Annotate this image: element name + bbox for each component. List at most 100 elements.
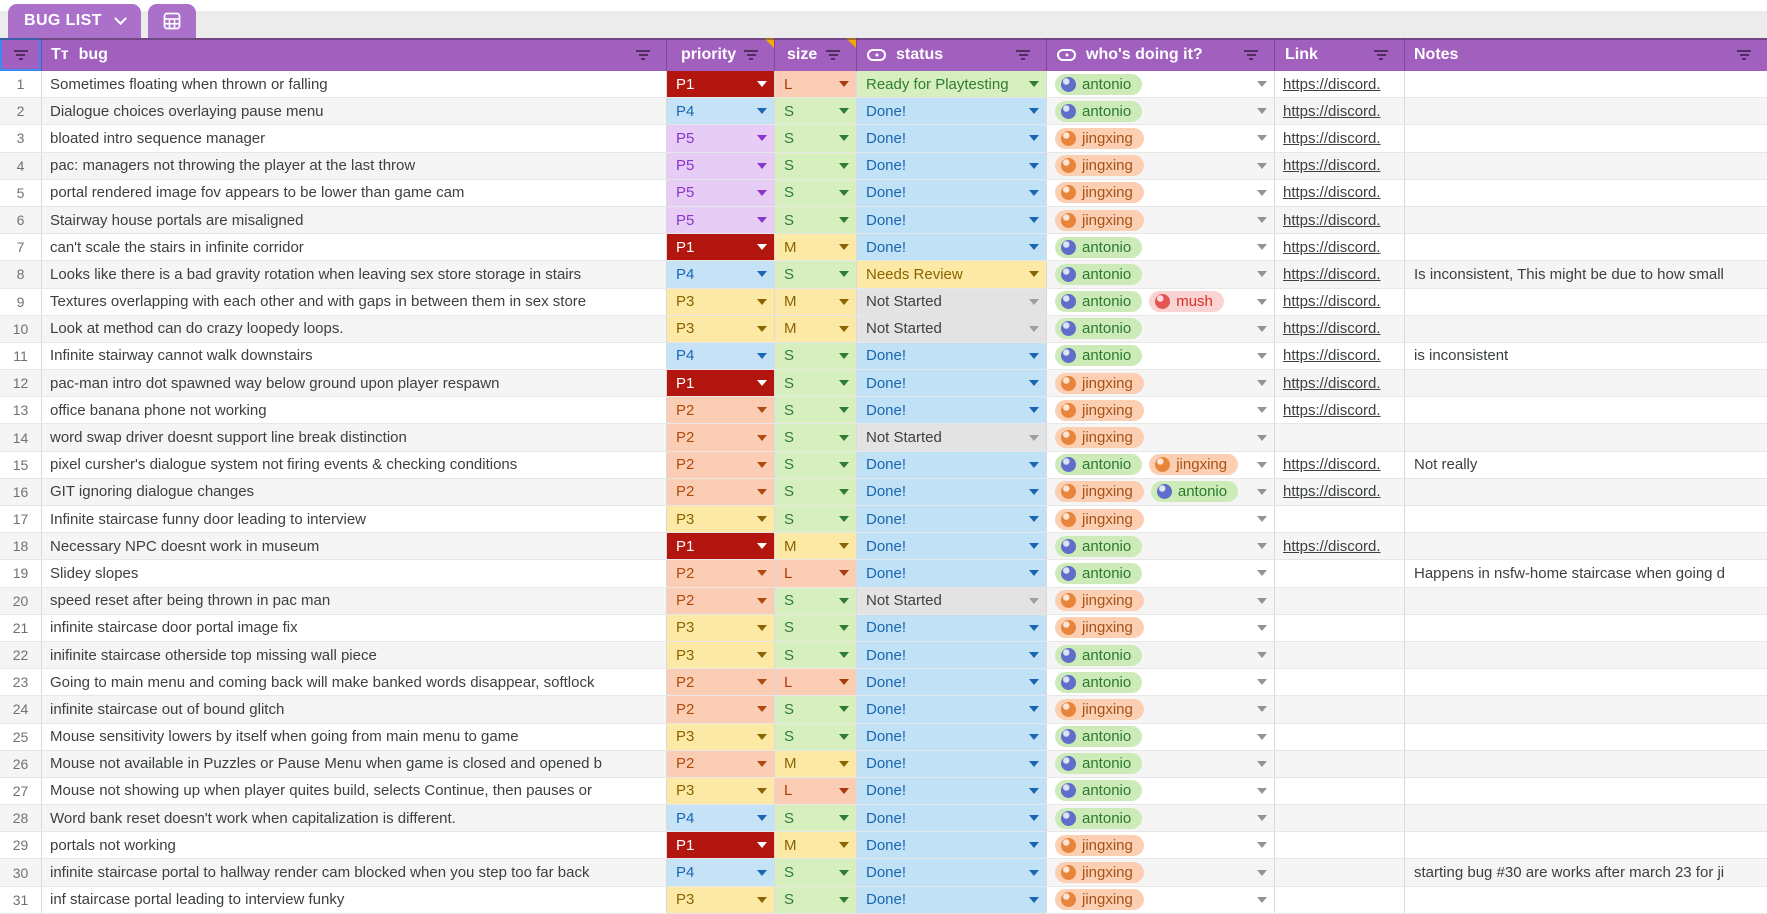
priority-cell[interactable]: P3 [667, 289, 775, 315]
assignees-cell[interactable]: jingxing [1047, 424, 1275, 450]
bug-cell[interactable]: Going to main menu and coming back will … [42, 669, 667, 695]
link-cell[interactable]: https://discord. [1275, 180, 1405, 206]
bug-cell[interactable]: Slidey slopes [42, 560, 667, 586]
notes-cell[interactable] [1405, 832, 1767, 858]
assignee-chip[interactable]: jingxing [1055, 427, 1144, 448]
chevron-down-icon[interactable] [839, 897, 849, 903]
row-number[interactable]: 10 [0, 316, 42, 342]
bug-cell[interactable]: pac-man intro dot spawned way below grou… [42, 370, 667, 396]
size-cell[interactable]: S [775, 424, 857, 450]
priority-cell[interactable]: P4 [667, 805, 775, 831]
chevron-down-icon[interactable] [757, 788, 767, 794]
chevron-down-icon[interactable] [1029, 190, 1039, 196]
link-cell[interactable] [1275, 560, 1405, 586]
assignee-chip[interactable]: jingxing [1055, 889, 1144, 910]
priority-cell[interactable]: P5 [667, 207, 775, 233]
assignee-chip[interactable]: jingxing [1055, 862, 1144, 883]
assignee-chip[interactable]: antonio [1055, 672, 1142, 693]
bug-cell[interactable]: infinite staircase portal to hallway ren… [42, 859, 667, 885]
chevron-down-icon[interactable] [839, 598, 849, 604]
chevron-down-icon[interactable] [1029, 897, 1039, 903]
row-number[interactable]: 8 [0, 261, 42, 287]
assignees-cell[interactable]: antonio [1047, 751, 1275, 777]
chevron-down-icon[interactable] [839, 625, 849, 631]
status-cell[interactable]: Done! [857, 696, 1047, 722]
discord-link[interactable]: https://discord. [1283, 130, 1381, 147]
discord-link[interactable]: https://discord. [1283, 456, 1381, 473]
size-cell[interactable]: S [775, 859, 857, 885]
size-cell[interactable]: M [775, 316, 857, 342]
notes-cell[interactable] [1405, 98, 1767, 124]
bug-cell[interactable]: office banana phone not working [42, 397, 667, 423]
bug-cell[interactable]: Mouse not showing up when player quites … [42, 778, 667, 804]
row-number[interactable]: 3 [0, 125, 42, 151]
chevron-down-icon[interactable] [757, 163, 767, 169]
link-cell[interactable]: https://discord. [1275, 234, 1405, 260]
chevron-down-icon[interactable] [839, 190, 849, 196]
notes-cell[interactable] [1405, 533, 1767, 559]
bug-cell[interactable]: Mouse sensitivity lowers by itself when … [42, 724, 667, 750]
chevron-down-icon[interactable] [839, 407, 849, 413]
link-cell[interactable]: https://discord. [1275, 98, 1405, 124]
discord-link[interactable]: https://discord. [1283, 239, 1381, 256]
row-number[interactable]: 5 [0, 180, 42, 206]
size-cell[interactable]: M [775, 289, 857, 315]
chevron-down-icon[interactable] [1257, 788, 1267, 794]
row-number[interactable]: 21 [0, 615, 42, 641]
discord-link[interactable]: https://discord. [1283, 320, 1381, 337]
column-header-link[interactable]: Link [1275, 38, 1405, 71]
notes-cell[interactable]: is inconsistent [1405, 343, 1767, 369]
chevron-down-icon[interactable] [757, 108, 767, 114]
link-cell[interactable] [1275, 615, 1405, 641]
column-header-bug[interactable]: Tᴛ bug [42, 38, 667, 71]
assignee-chip[interactable]: jingxing [1055, 182, 1144, 203]
priority-cell[interactable]: P3 [667, 506, 775, 532]
chevron-down-icon[interactable] [1029, 380, 1039, 386]
chevron-down-icon[interactable] [1257, 244, 1267, 250]
link-cell[interactable]: https://discord. [1275, 533, 1405, 559]
bug-cell[interactable]: Infinite stairway cannot walk downstairs [42, 343, 667, 369]
notes-cell[interactable]: Happens in nsfw-home staircase when goin… [1405, 560, 1767, 586]
bug-cell[interactable]: infinite staircase out of bound glitch [42, 696, 667, 722]
notes-cell[interactable]: starting bug #30 are works after march 2… [1405, 859, 1767, 885]
assignee-chip[interactable]: jingxing [1055, 835, 1144, 856]
assignee-chip[interactable]: jingxing [1149, 454, 1238, 475]
row-number[interactable]: 16 [0, 479, 42, 505]
assignees-cell[interactable]: antonio [1047, 642, 1275, 668]
notes-cell[interactable] [1405, 424, 1767, 450]
bug-cell[interactable]: GIT ignoring dialogue changes [42, 479, 667, 505]
status-cell[interactable]: Done! [857, 479, 1047, 505]
assignees-cell[interactable]: jingxing [1047, 588, 1275, 614]
chevron-down-icon[interactable] [757, 625, 767, 631]
size-cell[interactable]: S [775, 805, 857, 831]
status-cell[interactable]: Done! [857, 832, 1047, 858]
chevron-down-icon[interactable] [1257, 462, 1267, 468]
chevron-down-icon[interactable] [1257, 135, 1267, 141]
assignees-cell[interactable]: antonio [1047, 805, 1275, 831]
priority-cell[interactable]: P2 [667, 452, 775, 478]
priority-cell[interactable]: P3 [667, 615, 775, 641]
link-cell[interactable]: https://discord. [1275, 316, 1405, 342]
chevron-down-icon[interactable] [839, 679, 849, 685]
chevron-down-icon[interactable] [757, 761, 767, 767]
assignees-cell[interactable]: antonio [1047, 343, 1275, 369]
chevron-down-icon[interactable] [757, 271, 767, 277]
discord-link[interactable]: https://discord. [1283, 212, 1381, 229]
notes-cell[interactable] [1405, 71, 1767, 97]
link-cell[interactable] [1275, 724, 1405, 750]
assignee-chip[interactable]: mush [1149, 291, 1224, 312]
assignee-chip[interactable]: antonio [1055, 536, 1142, 557]
bug-cell[interactable]: inf staircase portal leading to intervie… [42, 887, 667, 913]
status-cell[interactable]: Not Started [857, 316, 1047, 342]
chevron-down-icon[interactable] [757, 135, 767, 141]
row-number[interactable]: 17 [0, 506, 42, 532]
bug-cell[interactable]: Look at method can do crazy loopedy loop… [42, 316, 667, 342]
size-cell[interactable]: S [775, 479, 857, 505]
bug-cell[interactable]: bloated intro sequence manager [42, 125, 667, 151]
assignees-cell[interactable]: jingxing [1047, 506, 1275, 532]
link-cell[interactable] [1275, 696, 1405, 722]
chevron-down-icon[interactable] [839, 81, 849, 87]
chevron-down-icon[interactable] [757, 299, 767, 305]
chevron-down-icon[interactable] [839, 435, 849, 441]
chevron-down-icon[interactable] [1029, 108, 1039, 114]
